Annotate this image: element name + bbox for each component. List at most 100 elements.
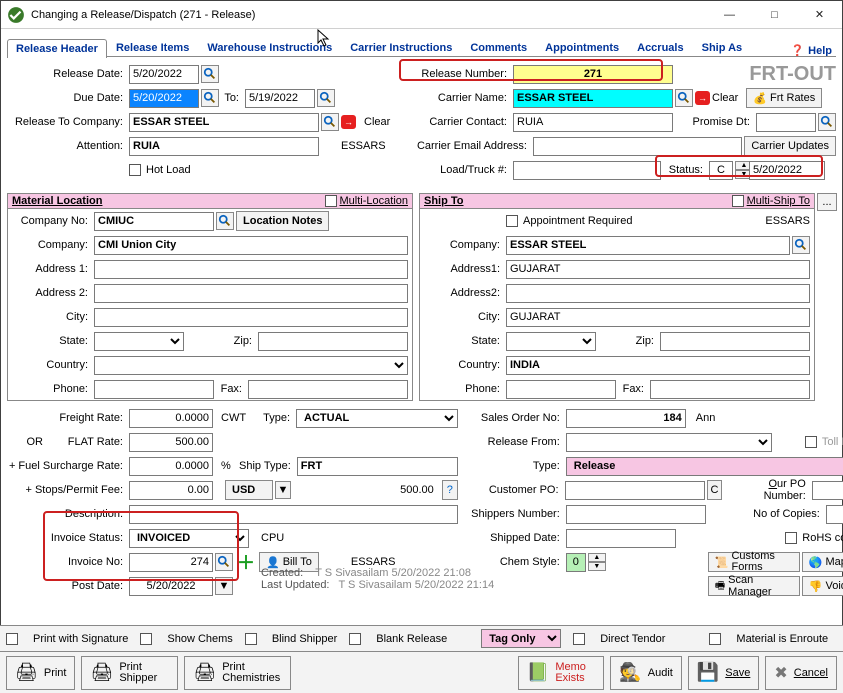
memo-button[interactable]: 📗Memo Exists <box>518 656 604 690</box>
cancel-button[interactable]: ✖Cancel <box>765 656 837 690</box>
attention-input[interactable] <box>129 137 319 156</box>
fuel-rate-input[interactable] <box>129 457 213 476</box>
st-state-select[interactable] <box>506 332 596 351</box>
post-date-input[interactable] <box>129 577 213 596</box>
st-city-input[interactable] <box>506 308 810 327</box>
currency-button[interactable]: USD <box>225 480 273 500</box>
st-company-lookup[interactable] <box>792 236 810 254</box>
st-fax-input[interactable] <box>650 380 810 399</box>
due-date-lookup[interactable] <box>201 89 219 107</box>
promise-dt-lookup[interactable] <box>818 113 836 131</box>
ml-state-select[interactable] <box>94 332 184 351</box>
shiptype-input[interactable] <box>297 457 458 476</box>
stops-input[interactable] <box>129 481 213 500</box>
ml-company-input[interactable] <box>94 236 408 255</box>
status-date-input[interactable] <box>749 161 825 180</box>
maximize-button[interactable]: □ <box>752 1 797 29</box>
print-sig-checkbox[interactable] <box>6 633 18 645</box>
scan-manager-button[interactable]: 🖷 Scan Manager <box>708 576 800 596</box>
print-button[interactable]: 🖨Print <box>6 656 75 690</box>
description-input[interactable] <box>129 505 458 524</box>
tab-release-items[interactable]: Release Items <box>107 38 198 57</box>
flat-rate-input[interactable] <box>129 433 213 452</box>
tab-release-header[interactable]: Release Header <box>7 39 107 58</box>
save-button[interactable]: 💾Save <box>688 656 760 690</box>
copies-input[interactable] <box>826 505 843 524</box>
tab-accruals[interactable]: Accruals <box>628 38 692 57</box>
ml-addr1-input[interactable] <box>94 260 408 279</box>
st-addr1-input[interactable] <box>506 260 810 279</box>
invoice-status-select[interactable]: INVOICED <box>129 529 249 548</box>
void-button[interactable]: 👎 Void <box>802 576 843 596</box>
appt-req-checkbox[interactable] <box>506 215 518 227</box>
direct-checkbox[interactable] <box>573 633 585 645</box>
release-date-input[interactable] <box>129 65 199 84</box>
chem-input[interactable] <box>566 553 586 572</box>
invoice-no-lookup[interactable] <box>215 553 233 571</box>
chem-spin-down[interactable]: ▼ <box>588 562 606 571</box>
shippers-input[interactable] <box>566 505 706 524</box>
carrier-updates-button[interactable]: Carrier Updates <box>744 136 836 156</box>
ml-phone-input[interactable] <box>94 380 214 399</box>
st-company-input[interactable] <box>506 236 790 255</box>
tag-only-select[interactable]: Tag Only <box>481 629 561 648</box>
multi-location-checkbox[interactable] <box>325 195 337 207</box>
company-no-lookup[interactable] <box>216 212 234 230</box>
ml-fax-input[interactable] <box>248 380 408 399</box>
plus-icon[interactable]: ＋ <box>237 549 255 575</box>
release-to-input[interactable] <box>129 113 319 132</box>
due-date-input[interactable] <box>129 89 199 108</box>
carrier-name-input[interactable] <box>513 89 673 108</box>
custpo-input[interactable] <box>565 481 705 500</box>
st-addr2-input[interactable] <box>506 284 810 303</box>
print-shipper-button[interactable]: 🖨Print Shipper <box>81 656 178 690</box>
so-input[interactable] <box>566 409 686 428</box>
st-phone-input[interactable] <box>506 380 616 399</box>
ml-addr2-input[interactable] <box>94 284 408 303</box>
shipped-date-input[interactable] <box>566 529 676 548</box>
st-zip-input[interactable] <box>660 332 810 351</box>
carrier-clear[interactable]: Clear <box>712 92 744 104</box>
blank-checkbox[interactable] <box>349 633 361 645</box>
to-date-input[interactable] <box>245 89 315 108</box>
frt-rates-button[interactable]: 💰 Frt Rates <box>746 88 822 108</box>
freight-rate-input[interactable] <box>129 409 213 428</box>
status-input[interactable] <box>709 161 733 180</box>
ml-zip-input[interactable] <box>258 332 408 351</box>
multi-shipto-checkbox[interactable] <box>732 195 744 207</box>
to-date-lookup[interactable] <box>317 89 335 107</box>
tab-ship-as[interactable]: Ship As <box>693 38 752 57</box>
audit-button[interactable]: 🕵Audit <box>610 656 682 690</box>
map-button[interactable]: 🌎 Map <box>802 552 843 572</box>
ml-country-select[interactable] <box>94 356 408 375</box>
rtype-select[interactable]: Release <box>566 457 843 476</box>
chem-spin-up[interactable]: ▲ <box>588 553 606 562</box>
location-notes-button[interactable]: Location Notes <box>236 211 329 231</box>
help-q-button[interactable]: ? <box>442 480 458 500</box>
release-number-input[interactable] <box>513 65 673 84</box>
company-no-input[interactable] <box>94 212 214 231</box>
tab-appointments[interactable]: Appointments <box>536 38 628 57</box>
post-date-lookup[interactable]: ▼ <box>215 577 233 595</box>
enroute-checkbox[interactable] <box>709 633 721 645</box>
st-country-input[interactable] <box>506 356 810 375</box>
release-date-lookup[interactable] <box>201 65 219 83</box>
invoice-no-input[interactable] <box>129 553 213 572</box>
carrier-name-lookup[interactable] <box>675 89 693 107</box>
carrier-contact-input[interactable] <box>513 113 673 132</box>
type-select[interactable]: ACTUAL <box>296 409 458 428</box>
custpo-c-button[interactable]: C <box>707 480 723 500</box>
tab-comments[interactable]: Comments <box>461 38 536 57</box>
print-chem-button[interactable]: 🖨Print Chemistries <box>184 656 291 690</box>
hot-load-checkbox[interactable] <box>129 164 141 176</box>
release-to-lookup[interactable] <box>321 113 339 131</box>
promise-dt-input[interactable] <box>756 113 816 132</box>
show-chems-checkbox[interactable] <box>140 633 152 645</box>
release-from-select[interactable] <box>566 433 772 452</box>
carrier-email-input[interactable] <box>533 137 742 156</box>
tab-carrier-instructions[interactable]: Carrier Instructions <box>341 38 461 57</box>
customs-forms-button[interactable]: 📜 Customs Forms <box>708 552 800 572</box>
ourpo-input[interactable] <box>812 481 843 500</box>
load-truck-input[interactable] <box>513 161 661 180</box>
rohs-checkbox[interactable] <box>785 532 797 544</box>
